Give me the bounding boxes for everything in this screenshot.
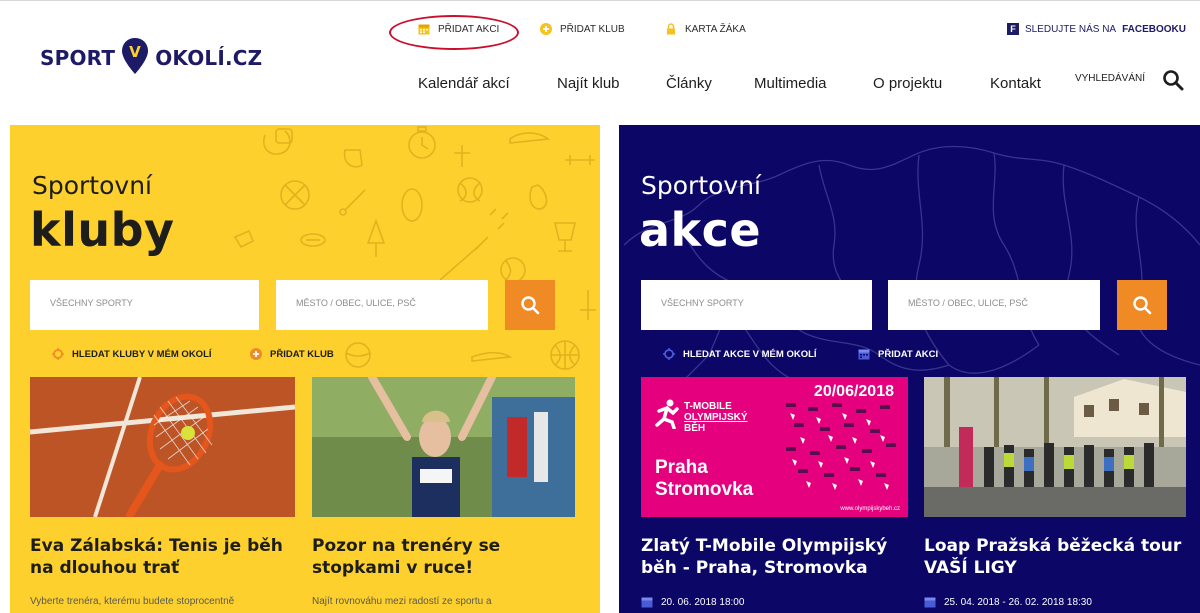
search-icon[interactable] (1162, 69, 1184, 91)
article-title-coaches-line2: stopkami v ruce! (312, 558, 474, 578)
poster-date: 20/06/2018 (813, 383, 894, 400)
facebook-icon: f (1006, 23, 1019, 35)
event-photo-running-tour[interactable] (924, 377, 1186, 517)
article-image-runner[interactable] (312, 377, 575, 517)
event-title-running-tour-line2: VAŠÍ LIGY (924, 558, 1017, 578)
poster-brand-line3: BĚH (684, 423, 706, 434)
race-crowd-photo-image (924, 377, 1186, 517)
calendar-icon (924, 597, 936, 608)
nav-item-multimedia[interactable]: Multimedia (754, 75, 827, 92)
event-title-olympic-run[interactable]: Zlatý T-Mobile Olympijský běh - Praha, S… (641, 535, 887, 579)
top-link-add-club[interactable]: PŘIDAT KLUB (540, 23, 625, 35)
events-panel: Sportovní akce VŠECHNY SPORTY MĚSTO / OB… (619, 125, 1200, 613)
event-date-olympic-run: 20. 06. 2018 18:00 (641, 596, 744, 608)
clubs-link-add-club[interactable]: PŘIDAT KLUB (250, 348, 334, 360)
logo-text-okoli: OKOLÍ.CZ (155, 46, 263, 70)
tennis-racket-image (30, 377, 295, 517)
events-title-small: Sportovní (641, 171, 761, 200)
event-date-running-tour: 25. 04. 2018 - 26. 02. 2018 18:30 (924, 596, 1092, 608)
runner-figure-icon (655, 399, 679, 429)
calendar-icon (858, 349, 870, 360)
top-link-student-card-label: KARTA ŽÁKA (685, 23, 746, 35)
plus-circle-icon (250, 348, 262, 360)
clubs-title-big: kluby (30, 203, 175, 257)
search-icon (1133, 296, 1152, 315)
article-excerpt-coaches: Najít rovnováhu mezi radostí ze sportu a (312, 596, 492, 607)
event-title-olympic-run-line1: Zlatý T-Mobile Olympijský (641, 536, 888, 556)
highlight-oval (389, 15, 519, 50)
site-header: SPORT V OKOLÍ.CZ PŘIDAT AKCI PŘIDAT KLUB (0, 0, 1200, 106)
article-title-tennis-line1: Eva Zálabská: Tenis je běh (30, 536, 283, 556)
site-logo[interactable]: SPORT V OKOLÍ.CZ (40, 38, 263, 77)
facebook-link-prefix: SLEDUJTE NÁS NA (1024, 23, 1117, 35)
top-link-student-card[interactable]: KARTA ŽÁKA (665, 23, 746, 35)
events-link-nearby-label: HLEDAT AKCE V MÉM OKOLÍ (683, 348, 817, 360)
article-title-coaches-line1: Pozor na trenéry se (312, 536, 501, 556)
clubs-link-nearby[interactable]: HLEDAT KLUBY V MÉM OKOLÍ (52, 348, 212, 360)
event-title-running-tour-line1: Loap Pražská běžecká tour (924, 536, 1182, 556)
calendar-icon (641, 597, 653, 608)
clubs-location-input[interactable]: MĚSTO / OBEC, ULICE, PSČ (276, 280, 488, 330)
events-link-nearby[interactable]: HLEDAT AKCE V MÉM OKOLÍ (663, 348, 817, 360)
crosshair-icon (663, 348, 675, 360)
events-title-big: akce (639, 203, 762, 257)
logo-text-sport: SPORT (40, 46, 116, 70)
clubs-link-nearby-label: HLEDAT KLUBY V MÉM OKOLÍ (72, 348, 212, 360)
nav-item-event-calendar[interactable]: Kalendář akcí (418, 75, 510, 92)
runners-pattern-graphic (786, 403, 896, 490)
article-title-tennis-line2: na dlouhou trať (30, 558, 180, 578)
facebook-link-brand: FACEBOOKU (1122, 23, 1186, 35)
facebook-link[interactable]: f SLEDUJTE NÁS NA FACEBOOKU (1006, 23, 1186, 35)
logo-pin-letter: V (129, 43, 141, 61)
search-label[interactable]: VYHLEDÁVÁNÍ (1075, 73, 1145, 84)
events-location-input[interactable]: MĚSTO / OBEC, ULICE, PSČ (888, 280, 1100, 330)
clubs-title-small: Sportovní (32, 171, 152, 200)
events-sport-select[interactable]: VŠECHNY SPORTY (641, 280, 872, 330)
article-title-tennis[interactable]: Eva Zálabská: Tenis je běh na dlouhou tr… (30, 535, 283, 579)
clubs-panel: Sportovní kluby VŠECHNY SPORTY MĚSTO / O… (10, 125, 600, 613)
article-image-tennis[interactable] (30, 377, 295, 517)
poster-place: Stromovka (655, 479, 754, 500)
plus-circle-icon (540, 23, 552, 35)
event-poster-olympic-run[interactable]: 20/06/2018 T-MOBILE OLYMPIJSKÝ BĚH Praha… (641, 377, 908, 517)
main-nav: Kalendář akcí Najít klub Články Multimed… (0, 75, 1200, 97)
poster-location: Praha Stromovka (655, 457, 753, 501)
top-bar: PŘIDAT AKCI PŘIDAT KLUB KARTA ŽÁKA f SLE… (0, 23, 1200, 43)
clubs-link-add-club-label: PŘIDAT KLUB (270, 348, 334, 360)
nav-item-articles[interactable]: Články (666, 75, 712, 92)
clubs-sport-select[interactable]: VŠECHNY SPORTY (30, 280, 259, 330)
nav-item-find-club[interactable]: Najít klub (557, 75, 620, 92)
event-date-olympic-run-text: 20. 06. 2018 18:00 (661, 596, 745, 608)
poster-city: Praha (655, 457, 708, 478)
events-link-add-event[interactable]: PŘIDAT AKCI (858, 348, 938, 360)
events-link-add-event-label: PŘIDAT AKCI (878, 348, 939, 360)
nav-item-contact[interactable]: Kontakt (990, 75, 1041, 92)
nav-item-about[interactable]: O projektu (873, 75, 942, 92)
event-title-olympic-run-line2: běh - Praha, Stromovka (641, 558, 868, 578)
poster-brand-line2: OLYMPIJSKÝ (684, 412, 748, 423)
runner-photo-image (312, 377, 575, 517)
search-icon (521, 296, 540, 315)
article-title-coaches[interactable]: Pozor na trenéry se stopkami v ruce! (312, 535, 500, 579)
poster-brand-line1: T-MOBILE (684, 401, 732, 412)
article-excerpt-tennis: Vyberte trenéra, kterému budete stoproce… (30, 596, 235, 607)
top-link-add-club-label: PŘIDAT KLUB (560, 23, 625, 35)
events-search-button[interactable] (1117, 280, 1167, 330)
clubs-search-button[interactable] (505, 280, 555, 330)
crosshair-icon (52, 348, 64, 360)
poster-brand: T-MOBILE OLYMPIJSKÝ BĚH (684, 401, 748, 434)
event-title-running-tour[interactable]: Loap Pražská běžecká tour VAŠÍ LIGY (924, 535, 1181, 579)
poster-url: www.olympijskybeh.cz (840, 506, 900, 512)
event-date-running-tour-text: 25. 04. 2018 - 26. 02. 2018 18:30 (944, 596, 1092, 608)
lock-icon (667, 23, 675, 35)
